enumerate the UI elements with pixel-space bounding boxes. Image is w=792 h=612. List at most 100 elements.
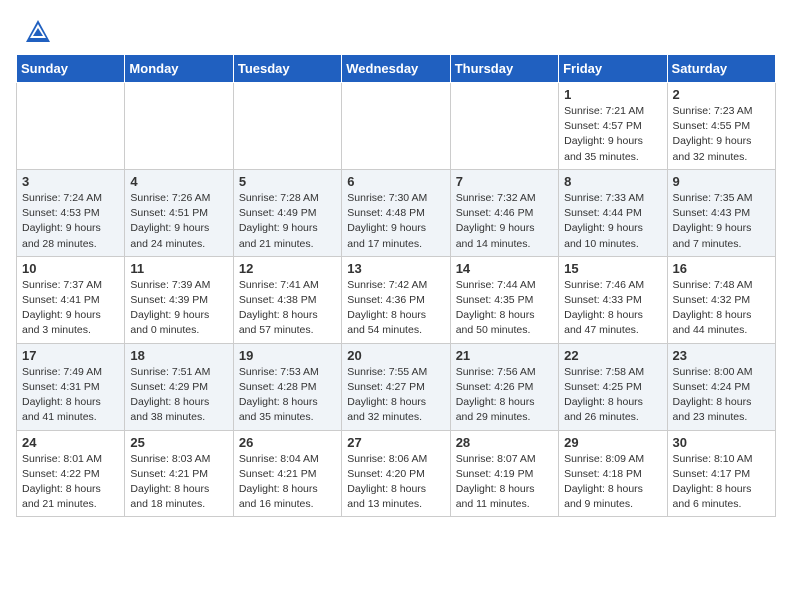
day-number: 9 xyxy=(673,174,770,189)
day-number: 27 xyxy=(347,435,444,450)
day-info: Sunrise: 8:03 AM Sunset: 4:21 PM Dayligh… xyxy=(130,452,227,513)
day-cell: 12 Sunrise: 7:41 AM Sunset: 4:38 PM Dayli… xyxy=(233,256,341,343)
day-cell: 18 Sunrise: 7:51 AM Sunset: 4:29 PM Dayli… xyxy=(125,343,233,430)
day-number: 13 xyxy=(347,261,444,276)
day-cell: 6Sunrise: 7:30 AM Sunset: 4:48 PM Daylig… xyxy=(342,169,450,256)
day-number: 12 xyxy=(239,261,336,276)
day-number: 2 xyxy=(673,87,770,102)
day-number: 4 xyxy=(130,174,227,189)
day-cell: 13 Sunrise: 7:42 AM Sunset: 4:36 PM Dayli… xyxy=(342,256,450,343)
day-info: Sunrise: 7:28 AM Sunset: 4:49 PM Dayligh… xyxy=(239,191,336,252)
day-number: 20 xyxy=(347,348,444,363)
day-cell: 26 Sunrise: 8:04 AM Sunset: 4:21 PM Dayli… xyxy=(233,430,341,517)
day-info: Sunrise: 7:32 AM Sunset: 4:46 PM Dayligh… xyxy=(456,191,553,252)
day-info: Sunrise: 7:35 AM Sunset: 4:43 PM Dayligh… xyxy=(673,191,770,252)
day-number: 11 xyxy=(130,261,227,276)
day-cell: 1 Sunrise: 7:21 AM Sunset: 4:57 PM Daylig… xyxy=(559,83,667,170)
day-number: 18 xyxy=(130,348,227,363)
day-number: 1 xyxy=(564,87,661,102)
day-cell: 21Sunrise: 7:56 AM Sunset: 4:26 PM Dayli… xyxy=(450,343,558,430)
col-header-wednesday: Wednesday xyxy=(342,55,450,83)
day-cell xyxy=(233,83,341,170)
day-cell: 9 Sunrise: 7:35 AM Sunset: 4:43 PM Daylig… xyxy=(667,169,775,256)
day-info: Sunrise: 7:51 AM Sunset: 4:29 PM Dayligh… xyxy=(130,365,227,426)
day-info: Sunrise: 7:23 AM Sunset: 4:55 PM Dayligh… xyxy=(673,104,770,165)
day-cell: 3 Sunrise: 7:24 AM Sunset: 4:53 PM Daylig… xyxy=(17,169,125,256)
day-info: Sunrise: 8:04 AM Sunset: 4:21 PM Dayligh… xyxy=(239,452,336,513)
day-info: Sunrise: 7:33 AM Sunset: 4:44 PM Dayligh… xyxy=(564,191,661,252)
week-row-3: 17 Sunrise: 7:49 AM Sunset: 4:31 PM Dayli… xyxy=(17,343,776,430)
col-header-sunday: Sunday xyxy=(17,55,125,83)
col-header-monday: Monday xyxy=(125,55,233,83)
day-cell: 22 Sunrise: 7:58 AM Sunset: 4:25 PM Dayli… xyxy=(559,343,667,430)
day-info: Sunrise: 7:58 AM Sunset: 4:25 PM Dayligh… xyxy=(564,365,661,426)
calendar-wrapper: SundayMondayTuesdayWednesdayThursdayFrid… xyxy=(0,54,792,525)
day-cell: 30Sunrise: 8:10 AM Sunset: 4:17 PM Dayli… xyxy=(667,430,775,517)
day-cell: 17 Sunrise: 7:49 AM Sunset: 4:31 PM Dayli… xyxy=(17,343,125,430)
day-number: 22 xyxy=(564,348,661,363)
col-header-tuesday: Tuesday xyxy=(233,55,341,83)
col-header-saturday: Saturday xyxy=(667,55,775,83)
day-info: Sunrise: 8:06 AM Sunset: 4:20 PM Dayligh… xyxy=(347,452,444,513)
week-row-4: 24Sunrise: 8:01 AM Sunset: 4:22 PM Dayli… xyxy=(17,430,776,517)
day-info: Sunrise: 7:39 AM Sunset: 4:39 PM Dayligh… xyxy=(130,278,227,339)
day-number: 21 xyxy=(456,348,553,363)
header xyxy=(0,0,792,54)
day-info: Sunrise: 7:49 AM Sunset: 4:31 PM Dayligh… xyxy=(22,365,119,426)
day-info: Sunrise: 7:37 AM Sunset: 4:41 PM Dayligh… xyxy=(22,278,119,339)
day-cell xyxy=(450,83,558,170)
day-cell: 23Sunrise: 8:00 AM Sunset: 4:24 PM Dayli… xyxy=(667,343,775,430)
day-cell: 28 Sunrise: 8:07 AM Sunset: 4:19 PM Dayli… xyxy=(450,430,558,517)
day-number: 28 xyxy=(456,435,553,450)
day-cell: 15 Sunrise: 7:46 AM Sunset: 4:33 PM Dayli… xyxy=(559,256,667,343)
day-cell: 27 Sunrise: 8:06 AM Sunset: 4:20 PM Dayli… xyxy=(342,430,450,517)
day-number: 6 xyxy=(347,174,444,189)
day-number: 3 xyxy=(22,174,119,189)
day-number: 10 xyxy=(22,261,119,276)
day-info: Sunrise: 7:21 AM Sunset: 4:57 PM Dayligh… xyxy=(564,104,661,165)
logo-icon xyxy=(24,18,52,46)
day-info: Sunrise: 7:48 AM Sunset: 4:32 PM Dayligh… xyxy=(673,278,770,339)
calendar-table: SundayMondayTuesdayWednesdayThursdayFrid… xyxy=(16,54,776,517)
day-number: 17 xyxy=(22,348,119,363)
day-info: Sunrise: 7:46 AM Sunset: 4:33 PM Dayligh… xyxy=(564,278,661,339)
day-info: Sunrise: 8:09 AM Sunset: 4:18 PM Dayligh… xyxy=(564,452,661,513)
day-number: 7 xyxy=(456,174,553,189)
day-number: 26 xyxy=(239,435,336,450)
day-info: Sunrise: 8:00 AM Sunset: 4:24 PM Dayligh… xyxy=(673,365,770,426)
day-cell: 20 Sunrise: 7:55 AM Sunset: 4:27 PM Dayli… xyxy=(342,343,450,430)
day-cell xyxy=(125,83,233,170)
day-cell: 4 Sunrise: 7:26 AM Sunset: 4:51 PM Daylig… xyxy=(125,169,233,256)
day-cell: 14 Sunrise: 7:44 AM Sunset: 4:35 PM Dayli… xyxy=(450,256,558,343)
col-header-thursday: Thursday xyxy=(450,55,558,83)
day-cell: 10 Sunrise: 7:37 AM Sunset: 4:41 PM Dayli… xyxy=(17,256,125,343)
day-info: Sunrise: 7:26 AM Sunset: 4:51 PM Dayligh… xyxy=(130,191,227,252)
day-number: 30 xyxy=(673,435,770,450)
day-info: Sunrise: 8:07 AM Sunset: 4:19 PM Dayligh… xyxy=(456,452,553,513)
day-number: 5 xyxy=(239,174,336,189)
day-info: Sunrise: 7:53 AM Sunset: 4:28 PM Dayligh… xyxy=(239,365,336,426)
day-cell xyxy=(342,83,450,170)
day-number: 29 xyxy=(564,435,661,450)
day-cell: 8 Sunrise: 7:33 AM Sunset: 4:44 PM Daylig… xyxy=(559,169,667,256)
day-info: Sunrise: 7:55 AM Sunset: 4:27 PM Dayligh… xyxy=(347,365,444,426)
day-info: Sunrise: 7:44 AM Sunset: 4:35 PM Dayligh… xyxy=(456,278,553,339)
day-info: Sunrise: 8:01 AM Sunset: 4:22 PM Dayligh… xyxy=(22,452,119,513)
day-cell: 16 Sunrise: 7:48 AM Sunset: 4:32 PM Dayli… xyxy=(667,256,775,343)
day-number: 15 xyxy=(564,261,661,276)
week-row-2: 10 Sunrise: 7:37 AM Sunset: 4:41 PM Dayli… xyxy=(17,256,776,343)
day-number: 14 xyxy=(456,261,553,276)
day-cell: 25 Sunrise: 8:03 AM Sunset: 4:21 PM Dayli… xyxy=(125,430,233,517)
day-info: Sunrise: 7:41 AM Sunset: 4:38 PM Dayligh… xyxy=(239,278,336,339)
logo xyxy=(24,18,56,46)
day-cell: 2 Sunrise: 7:23 AM Sunset: 4:55 PM Daylig… xyxy=(667,83,775,170)
day-info: Sunrise: 7:42 AM Sunset: 4:36 PM Dayligh… xyxy=(347,278,444,339)
day-cell: 11 Sunrise: 7:39 AM Sunset: 4:39 PM Dayli… xyxy=(125,256,233,343)
day-cell: 7 Sunrise: 7:32 AM Sunset: 4:46 PM Daylig… xyxy=(450,169,558,256)
day-number: 25 xyxy=(130,435,227,450)
week-row-0: 1 Sunrise: 7:21 AM Sunset: 4:57 PM Daylig… xyxy=(17,83,776,170)
day-info: Sunrise: 7:24 AM Sunset: 4:53 PM Dayligh… xyxy=(22,191,119,252)
day-number: 16 xyxy=(673,261,770,276)
week-row-1: 3 Sunrise: 7:24 AM Sunset: 4:53 PM Daylig… xyxy=(17,169,776,256)
day-number: 8 xyxy=(564,174,661,189)
